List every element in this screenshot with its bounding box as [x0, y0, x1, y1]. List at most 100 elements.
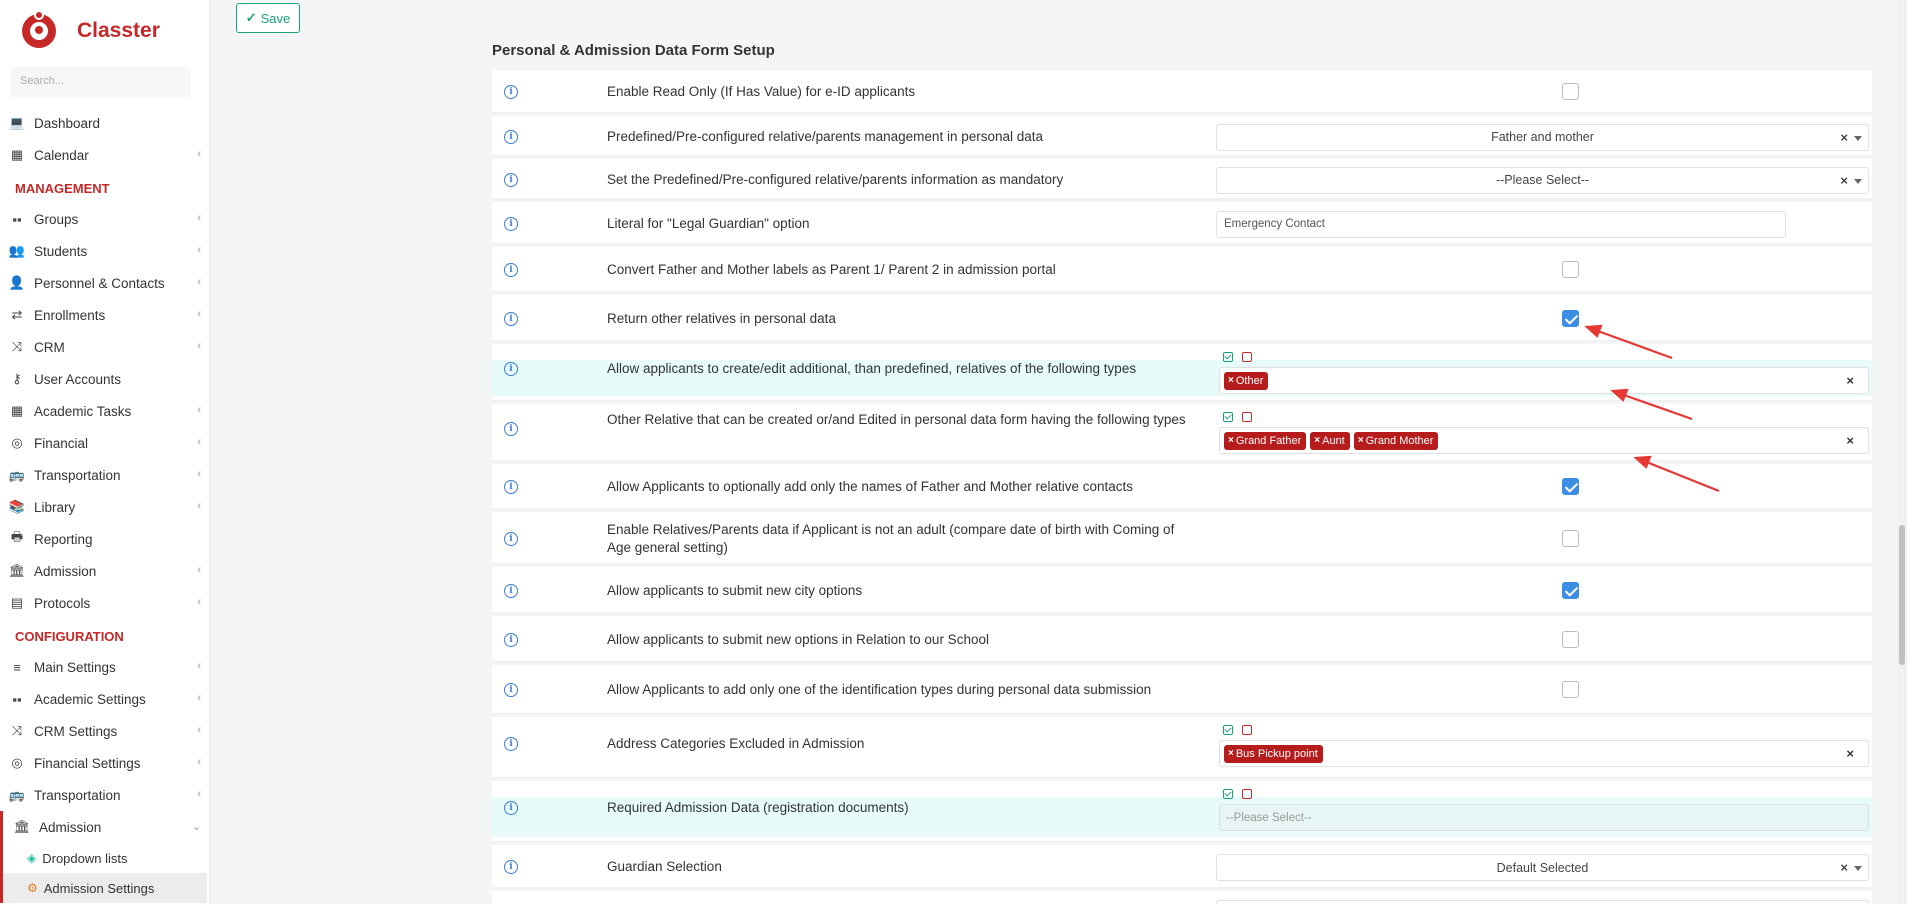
clear-icon[interactable]: × — [1846, 373, 1854, 388]
sidebar-item-financial-settings[interactable]: ◎ Financial Settings ‹ — [0, 747, 209, 779]
select-all-icon[interactable] — [1223, 789, 1233, 799]
info-icon[interactable]: i — [504, 216, 518, 231]
chevron-left-icon: ‹ — [197, 756, 201, 768]
setting-checkbox[interactable] — [1562, 630, 1579, 648]
info-icon[interactable]: i — [504, 632, 518, 647]
sidebar-item-groups[interactable]: ▪▪ Groups ‹ — [0, 203, 209, 235]
remove-tag-icon[interactable]: × — [1228, 748, 1234, 759]
setting-checkbox[interactable] — [1562, 529, 1579, 547]
setting-checkbox[interactable] — [1562, 83, 1579, 100]
setting-checkbox[interactable] — [1562, 581, 1579, 599]
setting-select[interactable]: Default Selected × — [1216, 854, 1869, 881]
sidebar-item-label: Students — [34, 243, 88, 259]
sidebar-item-personnel-contacts[interactable]: 👤 Personnel & Contacts ‹ — [0, 267, 209, 299]
select-all-icon[interactable] — [1223, 725, 1233, 735]
clear-icon[interactable]: × — [1846, 433, 1854, 448]
select-all-icon[interactable] — [1223, 412, 1233, 422]
setting-select[interactable]: Parent External× — [1216, 900, 1869, 904]
setting-checkbox[interactable] — [1562, 309, 1579, 327]
tag-label: Grand Father — [1235, 434, 1302, 447]
info-icon[interactable]: i — [504, 85, 518, 99]
random-icon: ⤨ — [11, 723, 23, 738]
clear-icon[interactable]: × — [1840, 173, 1848, 188]
sidebar-item-reporting[interactable]: 🖶 Reporting — [0, 523, 209, 555]
main-content: Personal & Admission Data Form Setup i En… — [492, 36, 1875, 904]
info-icon[interactable]: i — [504, 583, 518, 598]
setting-checkbox[interactable] — [1562, 478, 1579, 495]
sidebar-item-calendar[interactable]: ▦ Calendar ‹ — [0, 139, 209, 171]
info-icon[interactable]: i — [504, 263, 518, 277]
setting-checkbox[interactable] — [1562, 261, 1579, 278]
sidebar-item-protocols[interactable]: ▤ Protocols ‹ — [0, 587, 209, 619]
selected-tag[interactable]: × Aunt — [1310, 431, 1350, 450]
setting-multiselect[interactable]: × Bus Pickup point × — [1219, 740, 1869, 767]
info-icon[interactable]: i — [504, 860, 518, 874]
selected-tag[interactable]: × Bus Pickup point — [1224, 744, 1323, 763]
remove-tag-icon[interactable]: × — [1228, 435, 1234, 446]
sidebar-item-enrollments[interactable]: ⇄ Enrollments ‹ — [0, 299, 209, 331]
select-all-icon[interactable] — [1223, 352, 1233, 362]
deselect-all-icon[interactable] — [1242, 725, 1252, 735]
setting-multiselect[interactable]: --Please Select-- — [1219, 804, 1869, 831]
groups-icon: ▪▪ — [12, 211, 22, 227]
sidebar-item-label: Groups — [34, 211, 79, 227]
chevron-down-icon: ⌄ — [191, 821, 201, 833]
info-icon[interactable]: i — [504, 800, 518, 815]
deselect-all-icon[interactable] — [1242, 412, 1252, 422]
info-icon[interactable]: i — [504, 736, 518, 751]
sidebar-item-library[interactable]: 📚 Library ‹ — [0, 491, 209, 523]
tag-label: Bus Pickup point — [1235, 747, 1318, 760]
sidebar-item-crm-settings[interactable]: ⤨ CRM Settings ‹ — [0, 715, 209, 747]
remove-tag-icon[interactable]: × — [1358, 435, 1364, 446]
sidebar-item-transportation[interactable]: 🚌 Transportation ‹ — [0, 459, 209, 491]
sidebar-item-academic-tasks[interactable]: ▦ Academic Tasks ‹ — [0, 395, 209, 427]
info-icon[interactable]: i — [504, 311, 518, 326]
sidebar-item-admission-config[interactable]: 🏛 Admission ⌄ — [0, 811, 209, 843]
scrollbar[interactable] — [1897, 0, 1907, 904]
brand[interactable]: Classter — [0, 0, 209, 62]
sidebar-subitem-label: Dropdown lists — [42, 850, 128, 866]
info-icon[interactable]: i — [504, 421, 518, 436]
setting-select[interactable]: --Please Select-- × — [1216, 166, 1869, 194]
sidebar-item-admission[interactable]: 🏛 Admission ‹ — [0, 555, 209, 587]
setting-multiselect[interactable]: × Grand Father × Aunt × Grand Mother × — [1219, 427, 1869, 454]
sidebar-subitem-dropdown-lists[interactable]: ◈ Dropdown lists — [0, 843, 209, 873]
legal-guardian-literal-input[interactable]: Emergency Contact — [1216, 210, 1786, 238]
clear-icon[interactable]: × — [1846, 746, 1854, 761]
sidebar-item-transportation[interactable]: 🚌 Transportation ‹ — [0, 779, 209, 811]
deselect-all-icon[interactable] — [1242, 789, 1252, 799]
setting-multiselect[interactable]: × Other × — [1219, 367, 1869, 394]
selected-tag[interactable]: × Grand Mother — [1353, 431, 1439, 450]
selected-tag[interactable]: × Other — [1224, 371, 1269, 390]
info-icon[interactable]: i — [504, 361, 518, 376]
sidebar-item-crm[interactable]: ⤨ CRM ‹ — [0, 331, 209, 363]
save-button[interactable]: ✓ Save — [236, 3, 300, 33]
info-icon[interactable]: i — [504, 129, 518, 144]
sidebar-item-financial[interactable]: ◎ Financial ‹ — [0, 427, 209, 459]
info-icon[interactable]: i — [504, 172, 518, 187]
clear-icon[interactable]: × — [1840, 130, 1848, 145]
search-input[interactable]: Search... — [10, 67, 191, 97]
sidebar-item-main-settings[interactable]: ≡ Main Settings ‹ — [0, 651, 209, 683]
info-icon[interactable]: i — [504, 480, 518, 494]
remove-tag-icon[interactable]: × — [1228, 375, 1234, 386]
remove-tag-icon[interactable]: × — [1314, 435, 1320, 446]
sidebar-item-dashboard[interactable]: 💻 Dashboard — [0, 107, 209, 139]
sidebar: Classter Search... 💻 Dashboard ▦ Calendar ‹ … — [0, 0, 210, 904]
scrollbar-thumb[interactable] — [1899, 525, 1905, 665]
print-icon: 🖶 — [10, 529, 24, 544]
sidebar-item-user-accounts[interactable]: ⚷ User Accounts — [0, 363, 209, 395]
setting-select[interactable]: Father and mother × — [1216, 123, 1869, 151]
sidebar-item-students[interactable]: 👥 Students ‹ — [0, 235, 209, 267]
clear-icon[interactable]: × — [1840, 860, 1848, 875]
setting-checkbox[interactable] — [1562, 681, 1579, 698]
setting-label: Convert Father and Mother labels as Pare… — [607, 262, 1056, 277]
info-icon[interactable]: i — [504, 683, 518, 697]
info-icon[interactable]: i — [504, 531, 518, 546]
sidebar-item-label: Personnel & Contacts — [34, 275, 165, 291]
deselect-all-icon[interactable] — [1242, 352, 1252, 362]
selected-tag[interactable]: × Grand Father — [1224, 431, 1307, 450]
sidebar-item-academic-settings[interactable]: ▪▪ Academic Settings ‹ — [0, 683, 209, 715]
sidebar-subitem-admission-settings[interactable]: ⚙ Admission Settings — [0, 873, 207, 903]
section-title: Personal & Admission Data Form Setup — [492, 42, 775, 59]
